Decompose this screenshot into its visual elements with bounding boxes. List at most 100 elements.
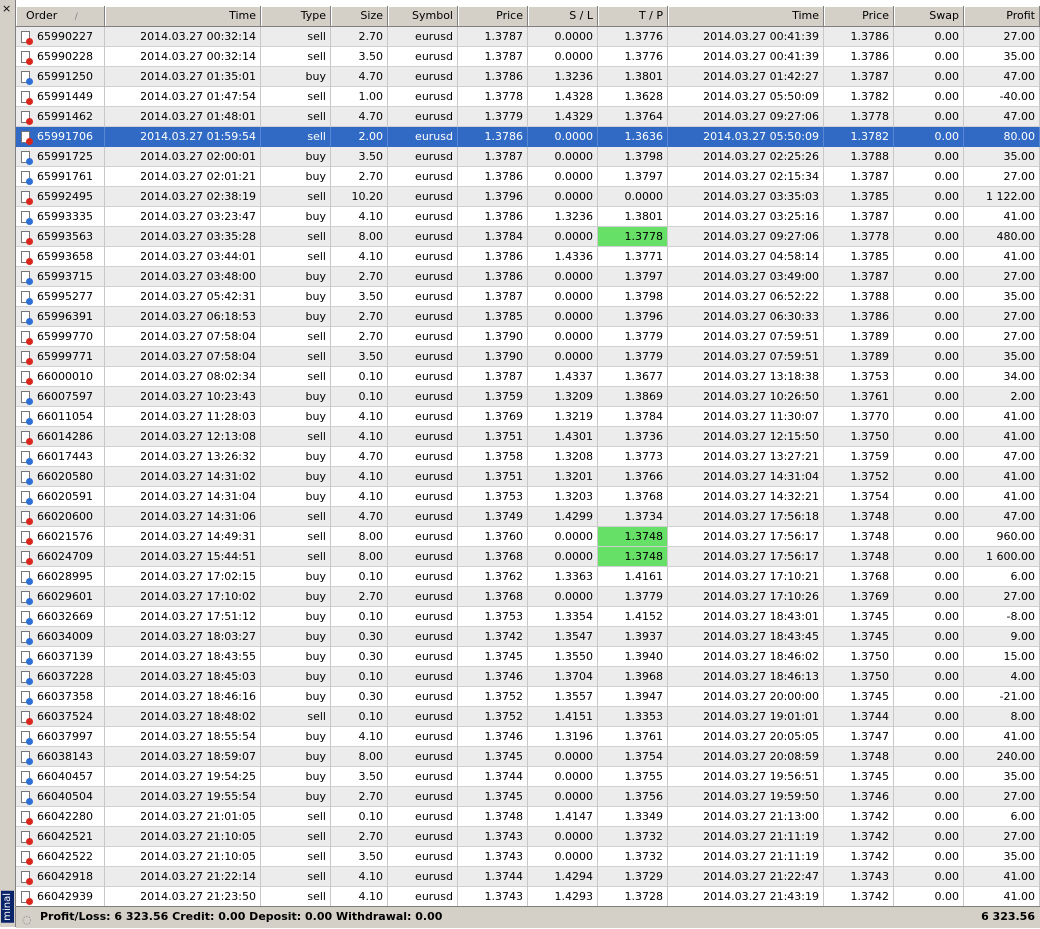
table-row[interactable]: 66007597 2014.03.27 10:23:43 buy 0.10 eurusd… xyxy=(16,387,1040,407)
cell-swap: 0.00 xyxy=(894,267,964,287)
cell-size: 8.00 xyxy=(331,747,388,767)
table-row[interactable]: 65991761 2014.03.27 02:01:21 buy 2.70 eurusd… xyxy=(16,167,1040,187)
cell-size: 2.70 xyxy=(331,327,388,347)
table-row[interactable]: 66037139 2014.03.27 18:43:55 buy 0.30 eurusd… xyxy=(16,647,1040,667)
table-row[interactable]: 66037358 2014.03.27 18:46:16 buy 0.30 eurusd… xyxy=(16,687,1040,707)
table-row[interactable]: 66042522 2014.03.27 21:10:05 sell 3.50 eurus… xyxy=(16,847,1040,867)
close-icon[interactable]: × xyxy=(2,3,11,14)
cell-order: 66037358 xyxy=(16,687,105,707)
table-row[interactable]: 65999770 2014.03.27 07:58:04 sell 2.70 eurus… xyxy=(16,327,1040,347)
header-swap[interactable]: Swap xyxy=(894,6,964,26)
cell-close-time: 2014.03.27 18:43:01 xyxy=(668,607,824,627)
cell-order: 66029601 xyxy=(16,587,105,607)
table-row[interactable]: 65991449 2014.03.27 01:47:54 sell 1.00 eurus… xyxy=(16,87,1040,107)
cell-type: sell xyxy=(261,547,331,567)
table-row[interactable]: 66038143 2014.03.27 18:59:07 buy 8.00 eurusd… xyxy=(16,747,1040,767)
cell-swap: 0.00 xyxy=(894,67,964,87)
table-row[interactable]: 66042280 2014.03.27 21:01:05 sell 0.10 eurus… xyxy=(16,807,1040,827)
table-row[interactable]: 66040504 2014.03.27 19:55:54 buy 2.70 eurusd… xyxy=(16,787,1040,807)
table-row[interactable]: 65995277 2014.03.27 05:42:31 buy 3.50 eurusd… xyxy=(16,287,1040,307)
cell-size: 3.50 xyxy=(331,287,388,307)
header-sl[interactable]: S / L xyxy=(528,6,598,26)
cell-time: 2014.03.27 18:03:27 xyxy=(105,627,261,647)
cell-swap: 0.00 xyxy=(894,647,964,667)
table-row[interactable]: 66037524 2014.03.27 18:48:02 sell 0.10 eurus… xyxy=(16,707,1040,727)
cell-symbol: eurusd xyxy=(388,287,458,307)
table-row[interactable]: 66020580 2014.03.27 14:31:02 buy 4.10 eurusd… xyxy=(16,467,1040,487)
table-row[interactable]: 65993335 2014.03.27 03:23:47 buy 4.10 eurusd… xyxy=(16,207,1040,227)
table-row[interactable]: 65991725 2014.03.27 02:00:01 buy 3.50 eurusd… xyxy=(16,147,1040,167)
table-row[interactable]: 66034009 2014.03.27 18:03:27 buy 0.30 eurusd… xyxy=(16,627,1040,647)
cell-sl: 1.4328 xyxy=(528,87,598,107)
table-row[interactable]: 66029601 2014.03.27 17:10:02 buy 2.70 eurusd… xyxy=(16,587,1040,607)
header-close-time[interactable]: Time xyxy=(668,6,824,26)
table-row[interactable]: 66020591 2014.03.27 14:31:04 buy 4.10 eurusd… xyxy=(16,487,1040,507)
table-row[interactable]: 65991250 2014.03.27 01:35:01 buy 4.70 eurusd… xyxy=(16,67,1040,87)
cell-profit: 27.00 xyxy=(964,787,1040,807)
header-time[interactable]: Time xyxy=(105,6,261,26)
table-row[interactable]: 66021576 2014.03.27 14:49:31 sell 8.00 eurus… xyxy=(16,527,1040,547)
header-tp[interactable]: T / P xyxy=(598,6,668,26)
table-row[interactable]: 65993658 2014.03.27 03:44:01 sell 4.10 eurus… xyxy=(16,247,1040,267)
cell-profit: 2.00 xyxy=(964,387,1040,407)
sell-order-icon xyxy=(21,110,33,125)
table-row[interactable]: 65991706 2014.03.27 01:59:54 sell 2.00 eurus… xyxy=(16,127,1040,147)
table-row[interactable]: 65990227 2014.03.27 00:32:14 sell 2.70 eurus… xyxy=(16,27,1040,47)
cell-symbol: eurusd xyxy=(388,307,458,327)
table-row[interactable]: 66037997 2014.03.27 18:55:54 buy 4.10 eurusd… xyxy=(16,727,1040,747)
cell-close-time: 2014.03.27 13:18:38 xyxy=(668,367,824,387)
cell-tp: 1.3677 xyxy=(598,367,668,387)
table-row[interactable]: 66000010 2014.03.27 08:02:34 sell 0.10 eurus… xyxy=(16,367,1040,387)
sell-order-icon xyxy=(21,830,33,845)
cell-swap: 0.00 xyxy=(894,627,964,647)
table-row[interactable]: 66020600 2014.03.27 14:31:06 sell 4.70 eurus… xyxy=(16,507,1040,527)
header-close-price[interactable]: Price xyxy=(824,6,894,26)
sell-order-icon xyxy=(21,50,33,65)
header-profit[interactable]: Profit xyxy=(964,6,1040,26)
buy-order-icon xyxy=(21,670,33,685)
table-row[interactable]: 66011054 2014.03.27 11:28:03 buy 4.10 eurusd… xyxy=(16,407,1040,427)
cell-order: 65999770 xyxy=(16,327,105,347)
buy-order-icon xyxy=(21,630,33,645)
cell-order: 66038143 xyxy=(16,747,105,767)
table-row[interactable]: 65993715 2014.03.27 03:48:00 buy 2.70 eurusd… xyxy=(16,267,1040,287)
cell-sl: 1.3196 xyxy=(528,727,598,747)
table-row[interactable]: 65990228 2014.03.27 00:32:14 sell 3.50 eurus… xyxy=(16,47,1040,67)
terminal-tab-label[interactable]: minal xyxy=(1,891,14,923)
cell-profit: 35.00 xyxy=(964,847,1040,867)
table-row[interactable]: 66024709 2014.03.27 15:44:51 sell 8.00 eurus… xyxy=(16,547,1040,567)
table-row[interactable]: 65993563 2014.03.27 03:35:28 sell 8.00 eurus… xyxy=(16,227,1040,247)
cell-time: 2014.03.27 19:54:25 xyxy=(105,767,261,787)
table-row[interactable]: 65992495 2014.03.27 02:38:19 sell 10.20 euru… xyxy=(16,187,1040,207)
order-number: 66021576 xyxy=(37,530,93,543)
cell-order: 66042280 xyxy=(16,807,105,827)
table-row[interactable]: 66042521 2014.03.27 21:10:05 sell 2.70 eurus… xyxy=(16,827,1040,847)
cell-type: buy xyxy=(261,687,331,707)
header-price[interactable]: Price xyxy=(458,6,528,26)
header-order[interactable]: Order / xyxy=(16,6,105,26)
table-row[interactable]: 66014286 2014.03.27 12:13:08 sell 4.10 eurus… xyxy=(16,427,1040,447)
cell-close-price: 1.3753 xyxy=(824,367,894,387)
table-row[interactable]: 65996391 2014.03.27 06:18:53 buy 2.70 eurusd… xyxy=(16,307,1040,327)
table-row[interactable]: 65999771 2014.03.27 07:58:04 sell 3.50 eurus… xyxy=(16,347,1040,367)
table-row[interactable]: 66040457 2014.03.27 19:54:25 buy 3.50 eurusd… xyxy=(16,767,1040,787)
buy-order-icon xyxy=(21,310,33,325)
table-row[interactable]: 65991462 2014.03.27 01:48:01 sell 4.70 eurus… xyxy=(16,107,1040,127)
table-row[interactable]: 66017443 2014.03.27 13:26:32 buy 4.70 eurusd… xyxy=(16,447,1040,467)
header-type[interactable]: Type xyxy=(261,6,331,26)
cell-time: 2014.03.27 21:10:05 xyxy=(105,847,261,867)
table-row[interactable]: 66032669 2014.03.27 17:51:12 buy 0.10 eurusd… xyxy=(16,607,1040,627)
header-size[interactable]: Size xyxy=(331,6,388,26)
cell-close-price: 1.3782 xyxy=(824,87,894,107)
table-row[interactable]: 66042939 2014.03.27 21:23:50 sell 4.10 eurus… xyxy=(16,887,1040,907)
table-row[interactable]: 66028995 2014.03.27 17:02:15 buy 0.10 eurusd… xyxy=(16,567,1040,587)
cell-price: 1.3786 xyxy=(458,167,528,187)
table-row[interactable]: 66037228 2014.03.27 18:45:03 buy 0.10 eurusd… xyxy=(16,667,1040,687)
cell-tp: 1.4161 xyxy=(598,567,668,587)
header-symbol[interactable]: Symbol xyxy=(388,6,458,26)
cell-swap: 0.00 xyxy=(894,327,964,347)
cell-time: 2014.03.27 21:10:05 xyxy=(105,827,261,847)
table-row[interactable]: 66042918 2014.03.27 21:22:14 sell 4.10 eurus… xyxy=(16,867,1040,887)
cell-profit: 27.00 xyxy=(964,307,1040,327)
order-number: 65990227 xyxy=(37,30,93,43)
